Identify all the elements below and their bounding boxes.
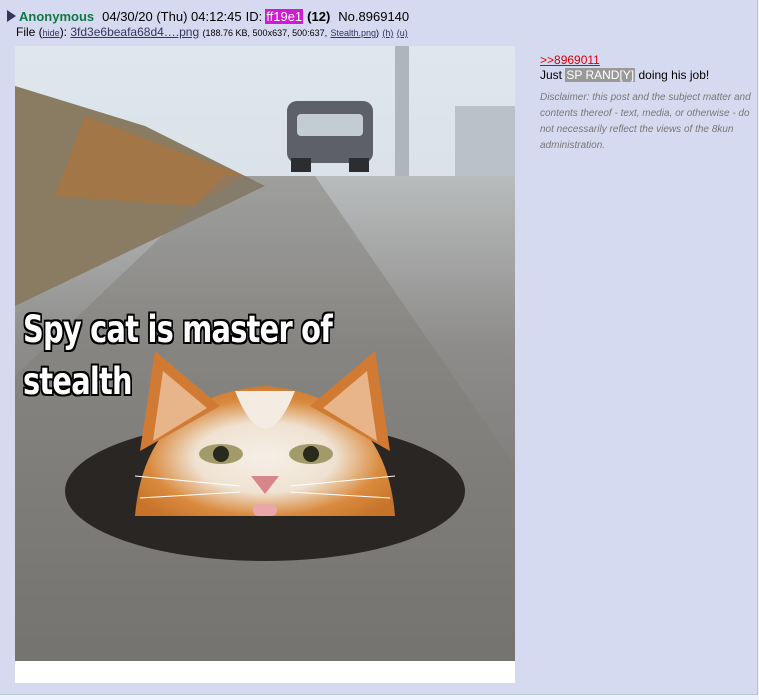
body-text-after: doing his job! <box>635 68 710 82</box>
body-text-before: Just <box>540 68 566 82</box>
meme-caption: Spy cat is master of stealth <box>23 304 333 408</box>
hide-file-link[interactable]: hide <box>43 28 60 38</box>
file-details: (188.76 KB, 500x637, 500:637, <box>202 28 328 38</box>
post-intro: Anonymous 04/30/20 (Thu) 04:12:45 ID: ff… <box>7 7 409 25</box>
post-body: >>8969011 Just SP RAND[Y] doing his job!… <box>540 53 752 154</box>
post-container: Anonymous 04/30/20 (Thu) 04:12:45 ID: ff… <box>0 0 758 695</box>
poster-name: Anonymous <box>19 8 95 24</box>
file-name-link[interactable]: 3fd3e6beafa68d4….png <box>70 25 199 39</box>
post-disclaimer: Disclaimer: this post and the subject ma… <box>540 92 751 151</box>
file-label-close: ): <box>59 25 68 39</box>
poster-id-label: ID: <box>245 8 263 24</box>
file-info: File (hide): 3fd3e6beafa68d4….png (188.7… <box>16 25 408 39</box>
id-post-count: (12) <box>307 8 331 24</box>
meme-caption-line2: stealth <box>23 360 133 403</box>
post-image[interactable]: Spy cat is master of stealth <box>15 46 515 683</box>
post-date: 04/30/20 (Thu) 04:12:45 <box>102 8 242 24</box>
u-link[interactable]: (u) <box>397 28 408 38</box>
spoiler-text[interactable]: SP RAND[Y] <box>565 68 636 82</box>
meme-caption-line1: Spy cat is master of <box>23 308 333 351</box>
poster-id[interactable]: ff19e1 <box>265 8 304 24</box>
file-details-close: ) <box>376 28 380 38</box>
h-link[interactable]: (h) <box>382 28 393 38</box>
post-menu-caret-icon[interactable] <box>7 10 16 22</box>
original-filename-link[interactable]: Stealth.png <box>330 28 376 38</box>
post-number-link[interactable]: No.8969140 <box>338 9 409 24</box>
quote-link[interactable]: >>8969011 <box>540 53 600 67</box>
file-label: File ( <box>16 25 43 39</box>
